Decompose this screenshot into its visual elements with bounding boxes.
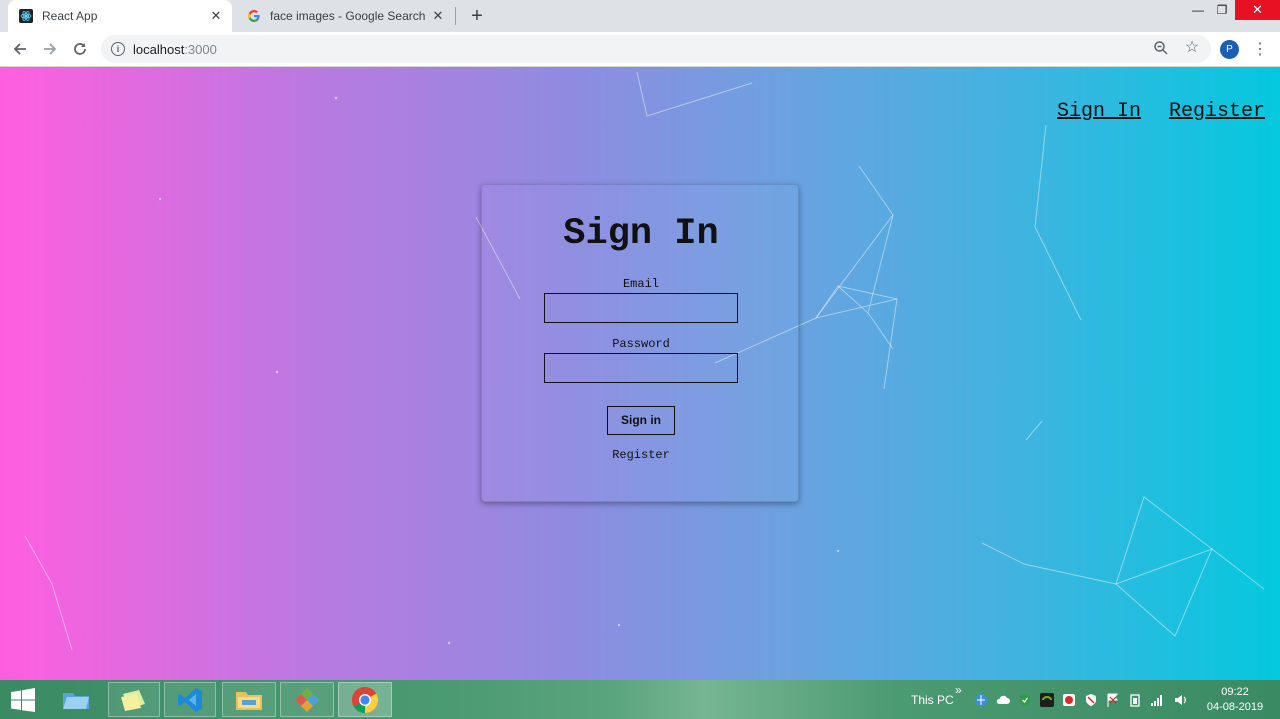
back-arrow-icon[interactable] bbox=[9, 38, 31, 60]
page-viewport: Sign In Register Sign In Email Password … bbox=[0, 67, 1280, 680]
tab-separator bbox=[455, 7, 456, 25]
shield-check-icon[interactable] bbox=[1018, 693, 1032, 707]
clock-time: 09:22 bbox=[1221, 686, 1249, 698]
file-explorer-icon[interactable] bbox=[52, 682, 100, 717]
email-field[interactable] bbox=[544, 293, 738, 323]
register-link[interactable]: Register bbox=[482, 448, 800, 462]
power-plug-icon[interactable] bbox=[1128, 693, 1142, 707]
zoom-icon[interactable] bbox=[1153, 40, 1171, 58]
nvidia-icon[interactable] bbox=[1040, 693, 1054, 707]
vscode-icon[interactable] bbox=[164, 682, 216, 717]
toolbar-overflow-icon[interactable]: » bbox=[955, 683, 962, 697]
windows-taskbar: This PC » 09:22 04-08-2019 bbox=[0, 680, 1280, 719]
tab-strip: React App ✕ face images - Google Search … bbox=[0, 0, 1280, 32]
tab-react-app[interactable]: React App ✕ bbox=[8, 0, 232, 32]
defender-icon[interactable] bbox=[1084, 693, 1098, 707]
react-logo-icon bbox=[19, 9, 33, 23]
antivirus-icon[interactable] bbox=[1062, 693, 1076, 707]
paint-icon[interactable] bbox=[280, 682, 334, 717]
tab-title: face images - Google Search bbox=[270, 9, 426, 23]
this-pc-label[interactable]: This PC bbox=[911, 693, 954, 707]
flag-icon[interactable] bbox=[1106, 693, 1120, 707]
sign-in-button[interactable]: Sign in bbox=[607, 406, 675, 435]
nav-sign-in-link[interactable]: Sign In bbox=[1057, 100, 1141, 123]
browser-toolbar: i localhost:3000 ☆ P ⋮ bbox=[0, 32, 1280, 67]
forward-arrow-icon[interactable] bbox=[39, 38, 61, 60]
profile-avatar[interactable]: P bbox=[1220, 40, 1239, 59]
signal-bars-icon[interactable] bbox=[1150, 693, 1164, 707]
password-field[interactable] bbox=[544, 353, 738, 383]
address-bar[interactable]: i localhost:3000 ☆ bbox=[101, 35, 1211, 63]
windows-start-icon[interactable] bbox=[2, 682, 44, 717]
email-label: Email bbox=[622, 277, 659, 291]
chrome-icon[interactable] bbox=[338, 682, 392, 717]
restore-button[interactable]: ❐ bbox=[1208, 0, 1236, 20]
close-window-button[interactable]: ✕ bbox=[1235, 0, 1280, 20]
more-menu-icon[interactable]: ⋮ bbox=[1252, 40, 1268, 60]
cloud-icon[interactable] bbox=[996, 693, 1010, 707]
card-title: Sign In bbox=[563, 213, 719, 255]
new-tab-button[interactable]: + bbox=[467, 5, 487, 27]
reload-icon[interactable] bbox=[69, 38, 91, 60]
tab-google-search[interactable]: face images - Google Search ✕ bbox=[236, 0, 454, 32]
close-tab-icon[interactable]: ✕ bbox=[430, 8, 446, 24]
speaker-icon[interactable] bbox=[1173, 693, 1187, 707]
folder-icon[interactable] bbox=[222, 682, 276, 717]
info-icon[interactable]: i bbox=[111, 42, 125, 56]
sticky-notes-icon[interactable] bbox=[108, 682, 160, 717]
address-url: localhost:3000 bbox=[133, 42, 217, 57]
bookmark-star-icon[interactable]: ☆ bbox=[1183, 39, 1201, 57]
tab-title: React App bbox=[42, 9, 98, 23]
nav-register-link[interactable]: Register bbox=[1169, 100, 1265, 123]
network-globe-icon[interactable] bbox=[974, 693, 988, 707]
sign-in-card: Sign In Email Password Sign in Register bbox=[481, 184, 799, 502]
clock-date: 04-08-2019 bbox=[1206, 701, 1264, 713]
close-tab-icon[interactable]: ✕ bbox=[208, 8, 224, 24]
google-g-icon bbox=[247, 9, 261, 23]
system-clock[interactable]: 09:22 04-08-2019 bbox=[1198, 685, 1272, 715]
password-label: Password bbox=[612, 337, 670, 351]
